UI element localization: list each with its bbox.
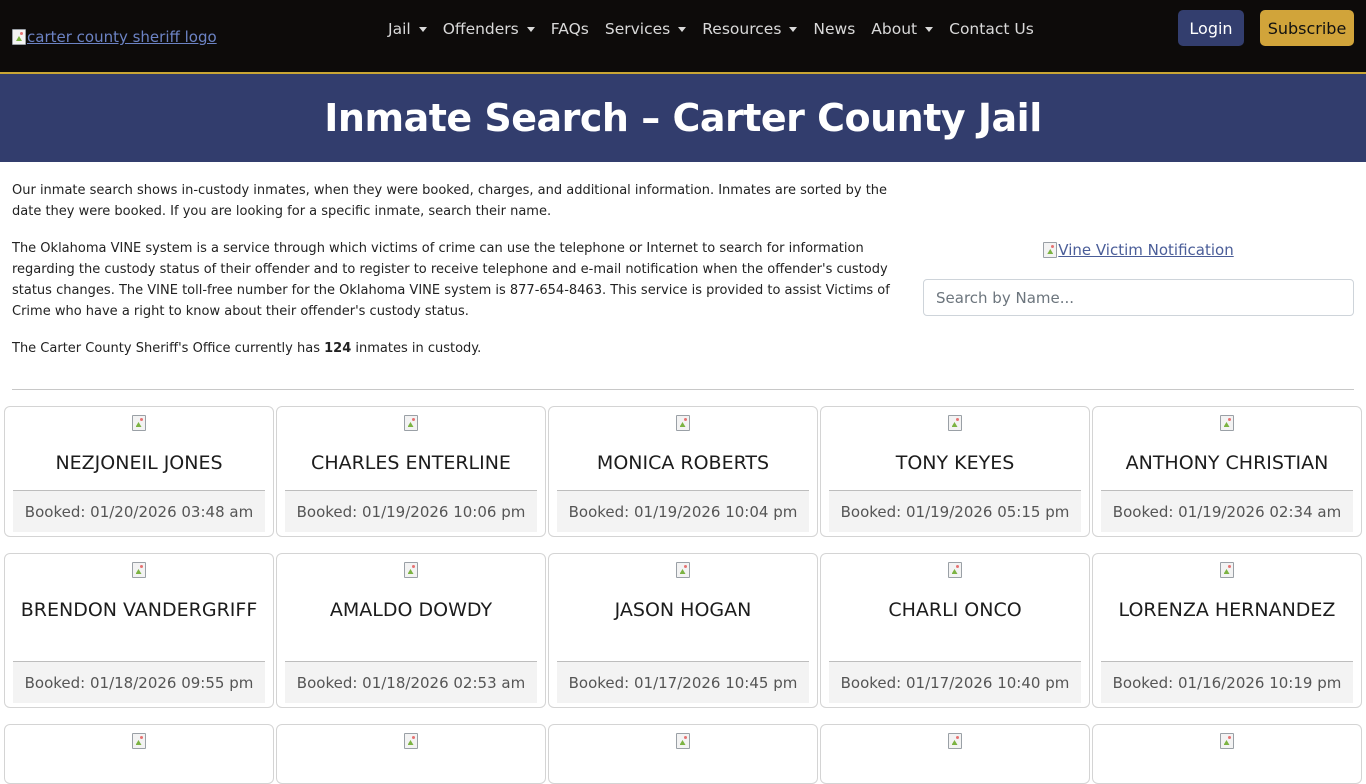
subscribe-button[interactable]: Subscribe [1260,10,1354,46]
nav-item-services[interactable]: Services [604,20,687,38]
caret-down-icon [526,26,535,32]
inmate-grid-row-3 [4,724,1362,784]
nav-item-resources[interactable]: Resources [702,20,798,38]
inmate-card[interactable]: LORENZA HERNANDEZ Booked: 01/16/2026 10:1… [1092,553,1362,708]
inmate-card[interactable] [4,724,274,784]
nav-item-faqs[interactable]: FAQs [551,20,589,38]
booked-date: Booked: 01/17/2026 10:40 pm [829,661,1081,703]
nav-label: Offenders [442,20,519,38]
inmate-card[interactable]: ANTHONY CHRISTIAN Booked: 01/19/2026 02:3… [1092,406,1362,537]
nav-label: Contact Us [949,20,1034,38]
inmate-name: JASON HOGAN [614,599,752,621]
inmate-name: AMALDO DOWDY [329,599,493,621]
vine-alt-text: Vine Victim Notification [1058,241,1234,259]
inmate-card[interactable]: AMALDO DOWDY Booked: 01/18/2026 02:53 am [276,553,546,708]
inmate-card[interactable] [548,724,818,784]
nav-label: News [813,20,856,38]
page-header: Inmate Search – Carter County Jail [0,74,1366,162]
inmate-photo-icon [675,733,690,749]
inmate-card[interactable]: BRENDON VANDERGRIFF Booked: 01/18/2026 09… [4,553,274,708]
intro-paragraph: Our inmate search shows in-custody inmat… [12,183,888,219]
nav-item-offenders[interactable]: Offenders [443,20,535,38]
inmate-photo-icon [131,733,146,749]
inmate-photo-icon [675,562,690,578]
inmate-name: BRENDON VANDERGRIFF [20,599,258,621]
booked-date: Booked: 01/19/2026 10:04 pm [557,490,809,532]
inmate-photo-icon [1219,562,1234,578]
divider [12,389,1354,390]
booked-date: Booked: 01/20/2026 03:48 am [13,490,265,532]
inmate-photo-icon [675,415,690,431]
inmate-card[interactable]: CHARLES ENTERLINE Booked: 01/19/2026 10:0… [276,406,546,537]
inmate-photo-icon [403,733,418,749]
login-button[interactable]: Login [1178,10,1244,46]
main-nav: Jail Offenders FAQs Services Resources N… [388,18,1050,40]
inmate-card[interactable]: MONICA ROBERTS Booked: 01/19/2026 10:04 p… [548,406,818,537]
custody-count-paragraph: The Carter County Sheriff's Office curre… [12,338,902,359]
booked-date: Booked: 01/19/2026 10:06 pm [285,490,537,532]
inmate-photo-icon [403,562,418,578]
inmate-photo-icon [131,415,146,431]
broken-image-icon [1043,242,1058,258]
logo-alt-text: carter county sheriff logo [27,28,217,46]
vine-notification-link[interactable]: Vine Victim Notification [923,238,1354,262]
search-input[interactable] [923,279,1354,316]
inmate-card[interactable] [1092,724,1362,784]
inmate-grid-row-1: NEZJONEIL JONES Booked: 01/20/2026 03:48 … [4,406,1362,537]
inmate-count: 124 [324,341,352,356]
intro-text: Our inmate search shows in-custody inmat… [12,180,902,359]
inmate-photo-icon [1219,415,1234,431]
inmate-card[interactable]: NEZJONEIL JONES Booked: 01/20/2026 03:48 … [4,406,274,537]
nav-label: Jail [388,20,411,38]
inmate-card[interactable]: TONY KEYES Booked: 01/19/2026 05:15 pm [820,406,1090,537]
inmate-name: NEZJONEIL JONES [55,452,223,474]
booked-date: Booked: 01/17/2026 10:45 pm [557,661,809,703]
nav-label: About [871,20,918,38]
nav-label: Services [604,20,671,38]
caret-down-icon [418,26,427,32]
booked-date: Booked: 01/19/2026 02:34 am [1101,490,1353,532]
inmate-card[interactable] [820,724,1090,784]
nav-label: Resources [702,20,782,38]
inmate-card[interactable]: JASON HOGAN Booked: 01/17/2026 10:45 pm [548,553,818,708]
count-suffix: inmates in custody. [351,341,482,356]
nav-item-news[interactable]: News [813,20,855,38]
sidebar: Vine Victim Notification [923,238,1354,316]
page-title: Inmate Search – Carter County Jail [324,96,1042,140]
nav-item-contact-us[interactable]: Contact Us [949,20,1034,38]
inmate-photo-icon [131,562,146,578]
inmate-name: TONY KEYES [895,452,1015,474]
inmate-photo-icon [947,415,962,431]
booked-date: Booked: 01/18/2026 09:55 pm [13,661,265,703]
inmate-name: CHARLES ENTERLINE [311,452,511,474]
booked-date: Booked: 01/18/2026 02:53 am [285,661,537,703]
vine-paragraph: The Oklahoma VINE system is a service th… [12,241,890,319]
inmate-name: LORENZA HERNANDEZ [1118,599,1336,621]
booked-date: Booked: 01/19/2026 05:15 pm [829,490,1081,532]
nav-item-about[interactable]: About [871,20,934,38]
inmate-photo-icon [947,733,962,749]
inmate-photo-icon [947,562,962,578]
count-prefix: The Carter County Sheriff's Office curre… [12,341,325,356]
inmate-grid-row-2: BRENDON VANDERGRIFF Booked: 01/18/2026 09… [4,553,1362,708]
nav-label: FAQs [550,20,589,38]
inmate-card[interactable]: CHARLI ONCO Booked: 01/17/2026 10:40 pm [820,553,1090,708]
inmate-photo-icon [403,415,418,431]
caret-down-icon [789,26,798,32]
inmate-card[interactable] [276,724,546,784]
navbar: carter county sheriff logo Jail Offender… [0,0,1366,74]
caret-down-icon [678,26,687,32]
inmate-name: MONICA ROBERTS [596,452,770,474]
nav-item-jail[interactable]: Jail [388,20,427,38]
booked-date: Booked: 01/16/2026 10:19 pm [1101,661,1353,703]
inmate-name: CHARLI ONCO [888,599,1022,621]
inmate-name: ANTHONY CHRISTIAN [1125,452,1329,474]
caret-down-icon [925,26,934,32]
broken-image-icon [12,29,26,45]
sheriff-logo-link[interactable]: carter county sheriff logo [12,28,217,46]
inmate-photo-icon [1219,733,1234,749]
